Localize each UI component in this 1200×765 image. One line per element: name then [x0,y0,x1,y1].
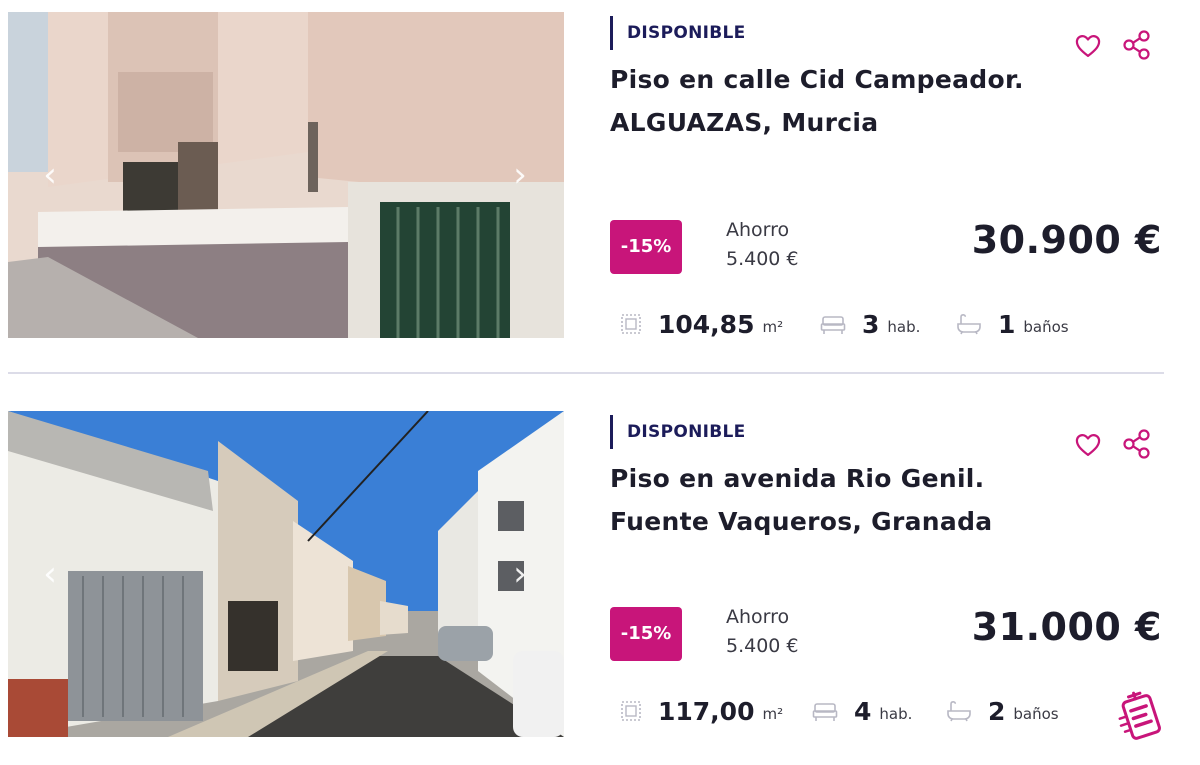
listing-title[interactable]: Piso en calle Cid Campeador. ALGUAZAS, M… [610,58,1090,144]
baths-unit: baños [1023,318,1069,336]
next-image-button[interactable]: › [506,554,534,594]
title-line-2: Fuente Vaqueros, Granada [610,507,993,536]
status-badge: DISPONIBLE [610,415,746,449]
bathtub-icon [957,313,981,335]
building-photo [8,12,564,338]
area-value: 104,85 [658,309,755,339]
savings-label: Ahorro [726,219,790,241]
title-line-2: ALGUAZAS, Murcia [610,108,879,137]
heart-icon[interactable] [1074,32,1102,60]
prev-image-button[interactable]: ‹ [36,155,64,195]
baths-value: 2 [988,696,1006,726]
rooms-unit: hab. [879,705,913,723]
price: 31.000 € [971,605,1162,649]
bed-icon [820,316,846,334]
discount-badge: -15% [610,220,682,274]
savings-value: 5.400 € [726,635,799,657]
listing-card[interactable]: ‹ › DISPONIBLE Piso en calle Cid Campead… [0,12,1200,352]
listing-card[interactable]: ‹ › DISPONIBLE Piso en avenida Rio Genil… [0,411,1200,751]
area-value: 117,00 [658,696,755,726]
baths-unit: baños [1013,705,1059,723]
baths-value: 1 [998,309,1016,339]
features-row: 104,85 m² 3 hab. 1 baños [620,304,1160,344]
bed-icon [812,703,838,721]
price: 30.900 € [971,218,1162,262]
listing-title[interactable]: Piso en avenida Rio Genil. Fuente Vaquer… [610,457,1090,543]
savings-value: 5.400 € [726,248,799,270]
area-icon [621,701,641,721]
prev-image-button[interactable]: ‹ [36,554,64,594]
street-photo [8,411,564,737]
share-icon[interactable] [1122,29,1152,61]
title-line-1: Piso en avenida Rio Genil. [610,464,985,493]
features-row: 117,00 m² 4 hab. 2 baños [620,691,1160,731]
rooms-unit: hab. [887,318,921,336]
listing-photo[interactable]: ‹ › [8,12,564,338]
baths-feature: 2 baños [946,691,1059,731]
next-image-button[interactable]: › [506,155,534,195]
heart-icon[interactable] [1074,431,1102,459]
area-icon [621,314,641,334]
rooms-value: 3 [862,309,880,339]
discount-badge: -15% [610,607,682,661]
rooms-feature: 3 hab. [820,304,920,344]
area-feature: 117,00 m² [620,691,783,731]
savings-label: Ahorro [726,606,790,628]
baths-feature: 1 baños [956,304,1069,344]
status-badge: DISPONIBLE [610,16,746,50]
listing-divider [8,372,1164,374]
share-icon[interactable] [1122,428,1152,460]
title-line-1: Piso en calle Cid Campeador. [610,65,1024,94]
bathtub-icon [947,700,971,722]
rooms-feature: 4 hab. [812,691,912,731]
rooms-value: 4 [854,696,872,726]
listing-photo[interactable]: ‹ › [8,411,564,737]
area-unit: m² [762,318,784,336]
area-feature: 104,85 m² [620,304,783,344]
area-unit: m² [762,705,784,723]
promo-badge-icon[interactable] [1118,690,1164,742]
